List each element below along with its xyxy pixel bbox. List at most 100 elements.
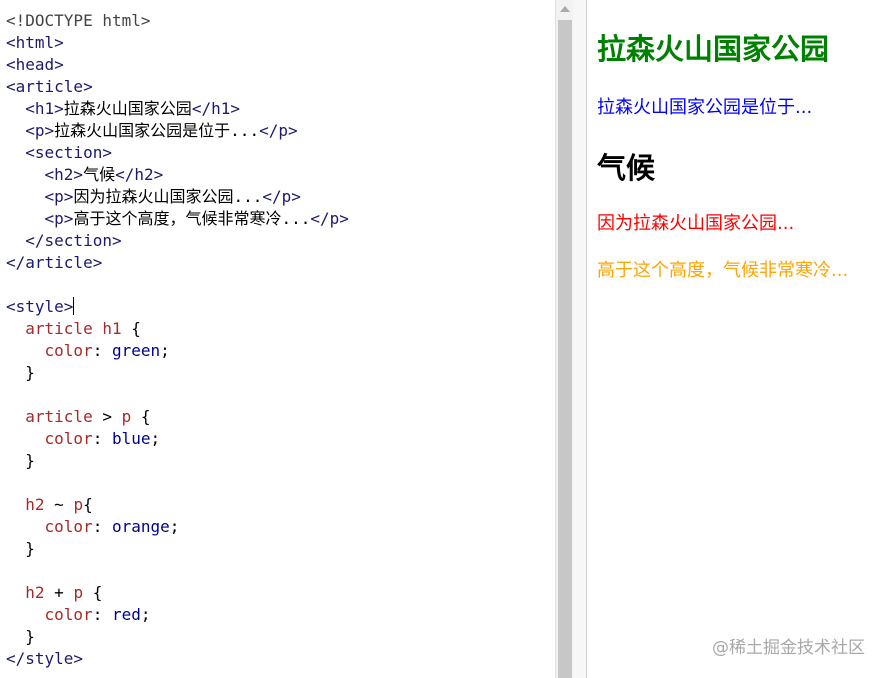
code-line[interactable]: } <box>6 362 349 384</box>
preview-paragraph-climate-2: 高于这个高度，气候非常寒冷... <box>597 260 849 281</box>
code-token: { <box>121 319 141 338</box>
code-line[interactable]: <h1>拉森火山国家公园</h1> <box>6 98 349 120</box>
code-token: </p> <box>262 187 301 206</box>
code-token: : <box>92 341 112 360</box>
code-line[interactable]: <p>拉森火山国家公园是位于...</p> <box>6 120 349 142</box>
code-token: </p> <box>259 121 298 140</box>
code-line[interactable]: h2 ~ p{ <box>6 494 349 516</box>
code-line[interactable]: <article> <box>6 76 349 98</box>
code-token: 拉森火山国家公园 <box>63 99 192 118</box>
code-line[interactable]: h2 + p { <box>6 582 349 604</box>
code-token: <html> <box>6 33 64 52</box>
code-line[interactable]: <h2>气候</h2> <box>6 164 349 186</box>
code-line[interactable]: <p>高于这个高度，气候非常寒冷...</p> <box>6 208 349 230</box>
code-token: + <box>44 583 74 602</box>
code-token: <article> <box>6 77 93 96</box>
code-line[interactable] <box>6 384 349 406</box>
code-token: <p> <box>44 187 74 206</box>
code-token: 气候 <box>83 165 116 184</box>
code-token: </style> <box>6 649 84 668</box>
code-token: <section> <box>25 143 112 162</box>
code-line[interactable]: <style> <box>6 296 349 318</box>
editor-scrollbar[interactable] <box>555 0 574 678</box>
code-token: <h1> <box>25 99 64 118</box>
code-line[interactable] <box>6 274 349 296</box>
code-token: ; <box>150 429 161 448</box>
code-token: orange <box>111 517 170 536</box>
code-token: : <box>92 517 112 536</box>
code-line[interactable]: color: red; <box>6 604 349 626</box>
code-token: { <box>131 407 151 426</box>
code-line[interactable]: </section> <box>6 230 349 252</box>
code-line[interactable]: } <box>6 450 349 472</box>
code-text[interactable]: <!DOCTYPE html> <html> <head> <article> <h1… <box>6 10 349 670</box>
code-token: color <box>44 605 93 624</box>
code-line[interactable] <box>6 560 349 582</box>
code-token: p <box>73 583 84 602</box>
code-token: { <box>83 495 93 514</box>
code-line[interactable]: color: orange; <box>6 516 349 538</box>
scroll-thumb[interactable] <box>558 20 572 678</box>
code-line[interactable]: <head> <box>6 54 349 76</box>
code-token: color <box>44 429 93 448</box>
code-token: p <box>73 495 84 514</box>
code-token: } <box>6 363 35 382</box>
code-token: ; <box>169 517 180 536</box>
preview-paragraph-climate-1: 因为拉森火山国家公园... <box>597 213 795 234</box>
preview-pane: 拉森火山国家公园 拉森火山国家公园是位于... 气候 因为拉森火山国家公园...… <box>587 0 885 678</box>
code-token: blue <box>111 429 151 448</box>
code-token: </p> <box>310 209 349 228</box>
code-line[interactable]: <!DOCTYPE html> <box>6 10 349 32</box>
code-token: </section> <box>25 231 122 250</box>
code-token: <head> <box>6 55 64 74</box>
code-line[interactable]: <html> <box>6 32 349 54</box>
code-token: ~ <box>44 495 74 514</box>
code-line[interactable]: article h1 { <box>6 318 349 340</box>
code-token: <h2> <box>44 165 84 184</box>
code-line[interactable]: <p>因为拉森火山国家公园...</p> <box>6 186 349 208</box>
code-line[interactable]: } <box>6 626 349 648</box>
code-token: article <box>25 407 93 426</box>
code-token: : <box>92 605 112 624</box>
code-token: > <box>92 407 122 426</box>
code-token: </h1> <box>191 99 240 118</box>
code-line[interactable]: </style> <box>6 648 349 670</box>
code-line[interactable]: } <box>6 538 349 560</box>
code-token: 因为拉森火山国家公园... <box>73 187 263 206</box>
scroll-up-icon[interactable] <box>560 6 570 12</box>
code-token: h2 <box>25 495 45 514</box>
code-editor[interactable]: <!DOCTYPE html> <html> <head> <article> <h1… <box>0 0 555 678</box>
code-line[interactable]: </article> <box>6 252 349 274</box>
code-token: article h1 <box>25 319 122 338</box>
code-token: : <box>92 429 112 448</box>
code-token: p <box>121 407 132 426</box>
code-line[interactable]: color: green; <box>6 340 349 362</box>
preview-heading-1: 拉森火山国家公园 <box>597 32 830 66</box>
preview-paragraph-intro: 拉森火山国家公园是位于... <box>597 97 813 118</box>
code-token: <p> <box>44 209 74 228</box>
code-line[interactable]: article > p { <box>6 406 349 428</box>
code-line[interactable]: color: blue; <box>6 428 349 450</box>
code-line[interactable] <box>6 472 349 494</box>
pane-divider[interactable] <box>573 0 587 678</box>
code-token: <style> <box>6 297 74 316</box>
code-token: { <box>83 583 103 602</box>
code-token: green <box>111 341 161 360</box>
code-token: ; <box>140 605 151 624</box>
code-line[interactable]: <section> <box>6 142 349 164</box>
preview-heading-2: 气候 <box>597 151 656 185</box>
code-token: 拉森火山国家公园是位于... <box>54 121 260 140</box>
code-token: color <box>44 341 93 360</box>
code-token: ; <box>160 341 170 360</box>
